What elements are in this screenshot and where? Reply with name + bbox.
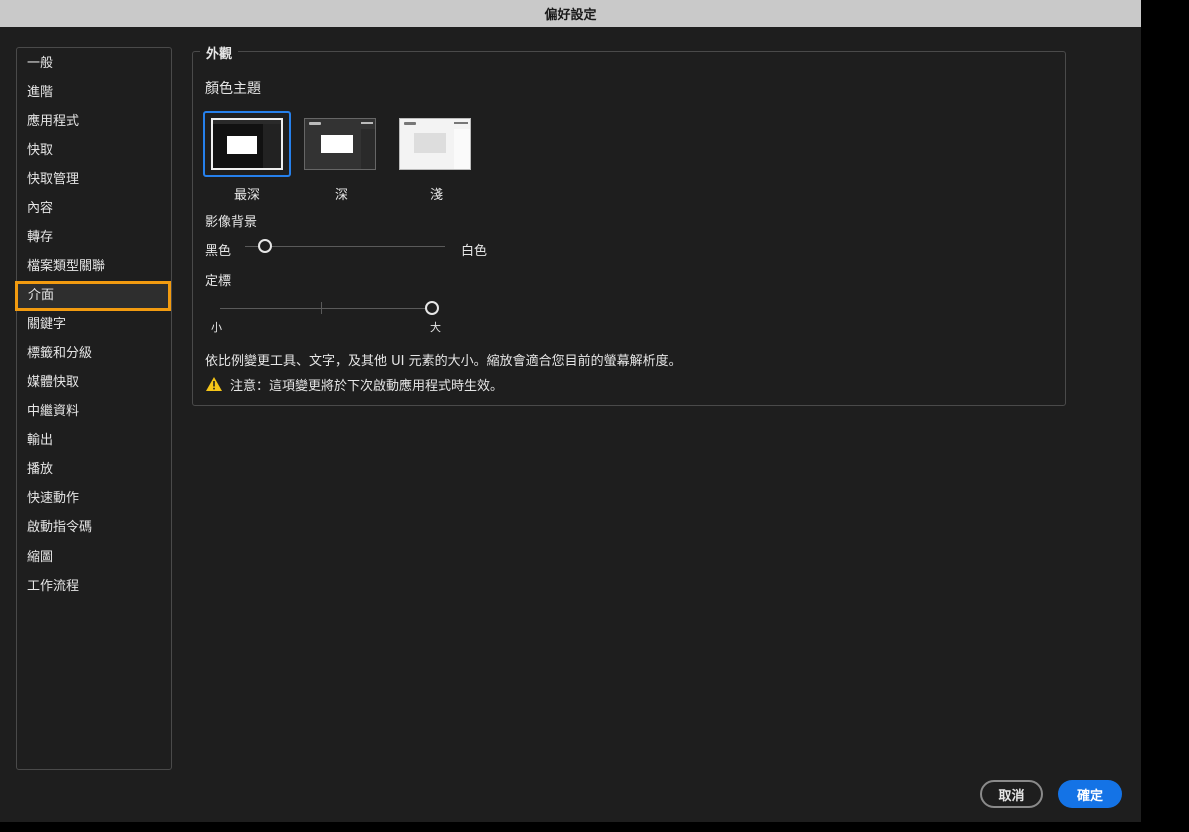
- image-background-label: 影像背景: [205, 215, 258, 230]
- scale-min-label: 小: [211, 321, 222, 334]
- restart-note: 注意：這項變更將於下次啟動應用程式時生效。: [230, 379, 504, 394]
- sidebar-item-applications[interactable]: 應用程式: [27, 111, 79, 133]
- theme-darkest-label: 最深: [234, 188, 261, 203]
- scale-description: 依比例變更工具、文字，及其他 UI 元素的大小。縮放會適合您目前的螢幕解析度。: [205, 354, 682, 369]
- theme-dark-thumbnail[interactable]: [304, 118, 376, 170]
- image-background-max-label: 白色: [461, 244, 488, 259]
- sidebar-item-interface[interactable]: 介面: [15, 281, 171, 311]
- preferences-window: 偏好設定 一般 進階 應用程式 快取 快取管理 內容 轉存 檔案類型關聯 介面 …: [0, 0, 1141, 822]
- sidebar-item-advanced[interactable]: 進階: [27, 82, 53, 104]
- scale-slider-knob[interactable]: [425, 301, 439, 315]
- image-background-min-label: 黑色: [205, 244, 232, 259]
- color-theme-label: 顏色主題: [205, 81, 261, 97]
- sidebar-item-general[interactable]: 一般: [27, 53, 53, 75]
- scale-slider-track[interactable]: [220, 308, 426, 309]
- theme-light-thumbnail[interactable]: [399, 118, 471, 170]
- theme-light-label: 淺: [430, 188, 444, 203]
- sidebar-item-output[interactable]: 輸出: [27, 430, 53, 452]
- ok-button[interactable]: 確定: [1058, 780, 1122, 808]
- sidebar-item-startup-scripts[interactable]: 啟動指令碼: [27, 517, 92, 539]
- window-title: 偏好設定: [544, 8, 597, 23]
- sidebar-item-playback[interactable]: 播放: [27, 459, 53, 481]
- sidebar-item-cache[interactable]: 快取: [27, 140, 53, 162]
- sidebar: 一般 進階 應用程式 快取 快取管理 內容 轉存 檔案類型關聯 介面 關鍵字 標…: [15, 47, 172, 770]
- sidebar-item-export[interactable]: 轉存: [27, 227, 53, 249]
- scale-slider-tick: [321, 302, 322, 314]
- sidebar-item-thumbnails[interactable]: 縮圖: [27, 547, 53, 569]
- sidebar-item-keywords[interactable]: 關鍵字: [27, 314, 66, 336]
- scale-max-label: 大: [430, 321, 441, 334]
- theme-darkest-thumbnail[interactable]: [211, 118, 283, 170]
- sidebar-item-content[interactable]: 內容: [27, 198, 53, 220]
- sidebar-item-cache-management[interactable]: 快取管理: [27, 169, 79, 191]
- sidebar-item-quick-actions[interactable]: 快速動作: [27, 488, 79, 510]
- sidebar-item-workflow[interactable]: 工作流程: [27, 576, 79, 598]
- scale-label: 定標: [205, 274, 232, 289]
- sidebar-item-metadata[interactable]: 中繼資料: [27, 401, 79, 423]
- warning-icon: [205, 376, 223, 392]
- appearance-section-title: 外觀: [200, 43, 239, 62]
- image-background-slider-track[interactable]: [245, 246, 445, 247]
- theme-dark-label: 深: [335, 188, 349, 203]
- image-background-slider-knob[interactable]: [258, 239, 272, 253]
- cancel-button[interactable]: 取消: [980, 780, 1043, 808]
- title-bar: 偏好設定: [0, 0, 1141, 27]
- sidebar-item-media-cache[interactable]: 媒體快取: [27, 372, 79, 394]
- sidebar-item-labels-ratings[interactable]: 標籤和分級: [27, 343, 92, 365]
- sidebar-item-file-type-associations[interactable]: 檔案類型關聯: [27, 256, 105, 278]
